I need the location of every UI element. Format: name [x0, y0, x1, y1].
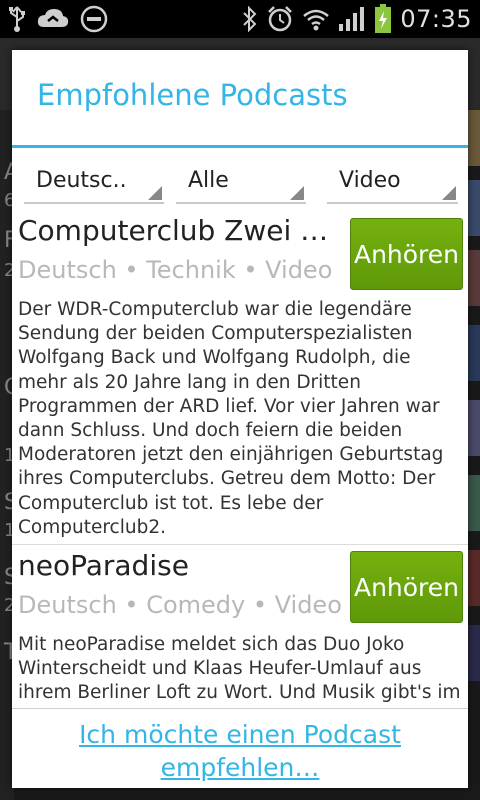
do-not-disturb-icon: [80, 5, 108, 33]
podcast-description: Der WDR-Computerclub war die legendäre S…: [18, 299, 444, 538]
usb-icon: [8, 5, 26, 33]
battery-charging-icon: [374, 4, 392, 34]
listen-button[interactable]: Anhören: [350, 218, 463, 290]
podcast-item[interactable]: neoParadise Deutsch • Comedy • Video Anh…: [12, 547, 468, 708]
signal-icon: [338, 6, 366, 32]
podcast-description: Mit neoParadise meldet sich das Duo Joko…: [18, 634, 461, 708]
podcast-meta: Deutsch • Technik • Video: [18, 256, 333, 284]
category-filter-spinner[interactable]: Alle: [176, 160, 306, 204]
background-thumbnail: [466, 550, 480, 606]
language-filter-label: Deutsc..: [36, 168, 127, 193]
recommend-podcast-link[interactable]: Ich möchte einen Podcast empfehlen…: [12, 718, 468, 784]
title-divider: [12, 145, 468, 148]
status-bar-system: 07:35: [242, 4, 472, 34]
podcast-title: Computerclub Zwei Vi…: [18, 214, 340, 247]
background-thumbnail: [466, 250, 480, 306]
status-bar: 07:35: [0, 0, 480, 38]
item-divider: [12, 544, 468, 545]
wifi-icon: [302, 6, 330, 32]
background-thumbnail: [466, 625, 480, 681]
status-bar-notifications: [8, 4, 108, 34]
recommended-podcasts-dialog: Empfohlene Podcasts Deutsc.. Alle Video …: [12, 50, 468, 788]
dialog-title: Empfohlene Podcasts: [37, 78, 348, 112]
media-filter-label: Video: [339, 168, 401, 193]
background-thumbnails: [466, 110, 480, 800]
category-filter-label: Alle: [188, 168, 229, 193]
background-thumbnail: [466, 325, 480, 381]
bottom-divider: [12, 708, 468, 709]
podcast-item[interactable]: Computerclub Zwei Vi… Deutsch • Technik …: [12, 212, 468, 542]
background-thumbnail: [466, 475, 480, 531]
dropdown-arrow-icon: [290, 186, 304, 200]
background-thumbnail: [466, 400, 480, 456]
podcast-title: neoParadise: [18, 549, 189, 582]
cloud-sync-icon: [36, 7, 70, 31]
language-filter-spinner[interactable]: Deutsc..: [24, 160, 164, 204]
media-filter-spinner[interactable]: Video: [327, 160, 458, 204]
filter-bar: Deutsc.. Alle Video: [12, 160, 468, 206]
clock: 07:35: [400, 5, 472, 33]
alarm-icon: [266, 5, 294, 33]
dropdown-arrow-icon: [148, 186, 162, 200]
listen-button[interactable]: Anhören: [350, 551, 463, 623]
podcast-meta: Deutsch • Comedy • Video: [18, 591, 342, 619]
podcast-list[interactable]: Computerclub Zwei Vi… Deutsch • Technik …: [12, 212, 468, 708]
background-thumbnail: [466, 110, 480, 166]
dropdown-arrow-icon: [442, 186, 456, 200]
bluetooth-icon: [242, 6, 258, 32]
background-thumbnail: [466, 180, 480, 236]
